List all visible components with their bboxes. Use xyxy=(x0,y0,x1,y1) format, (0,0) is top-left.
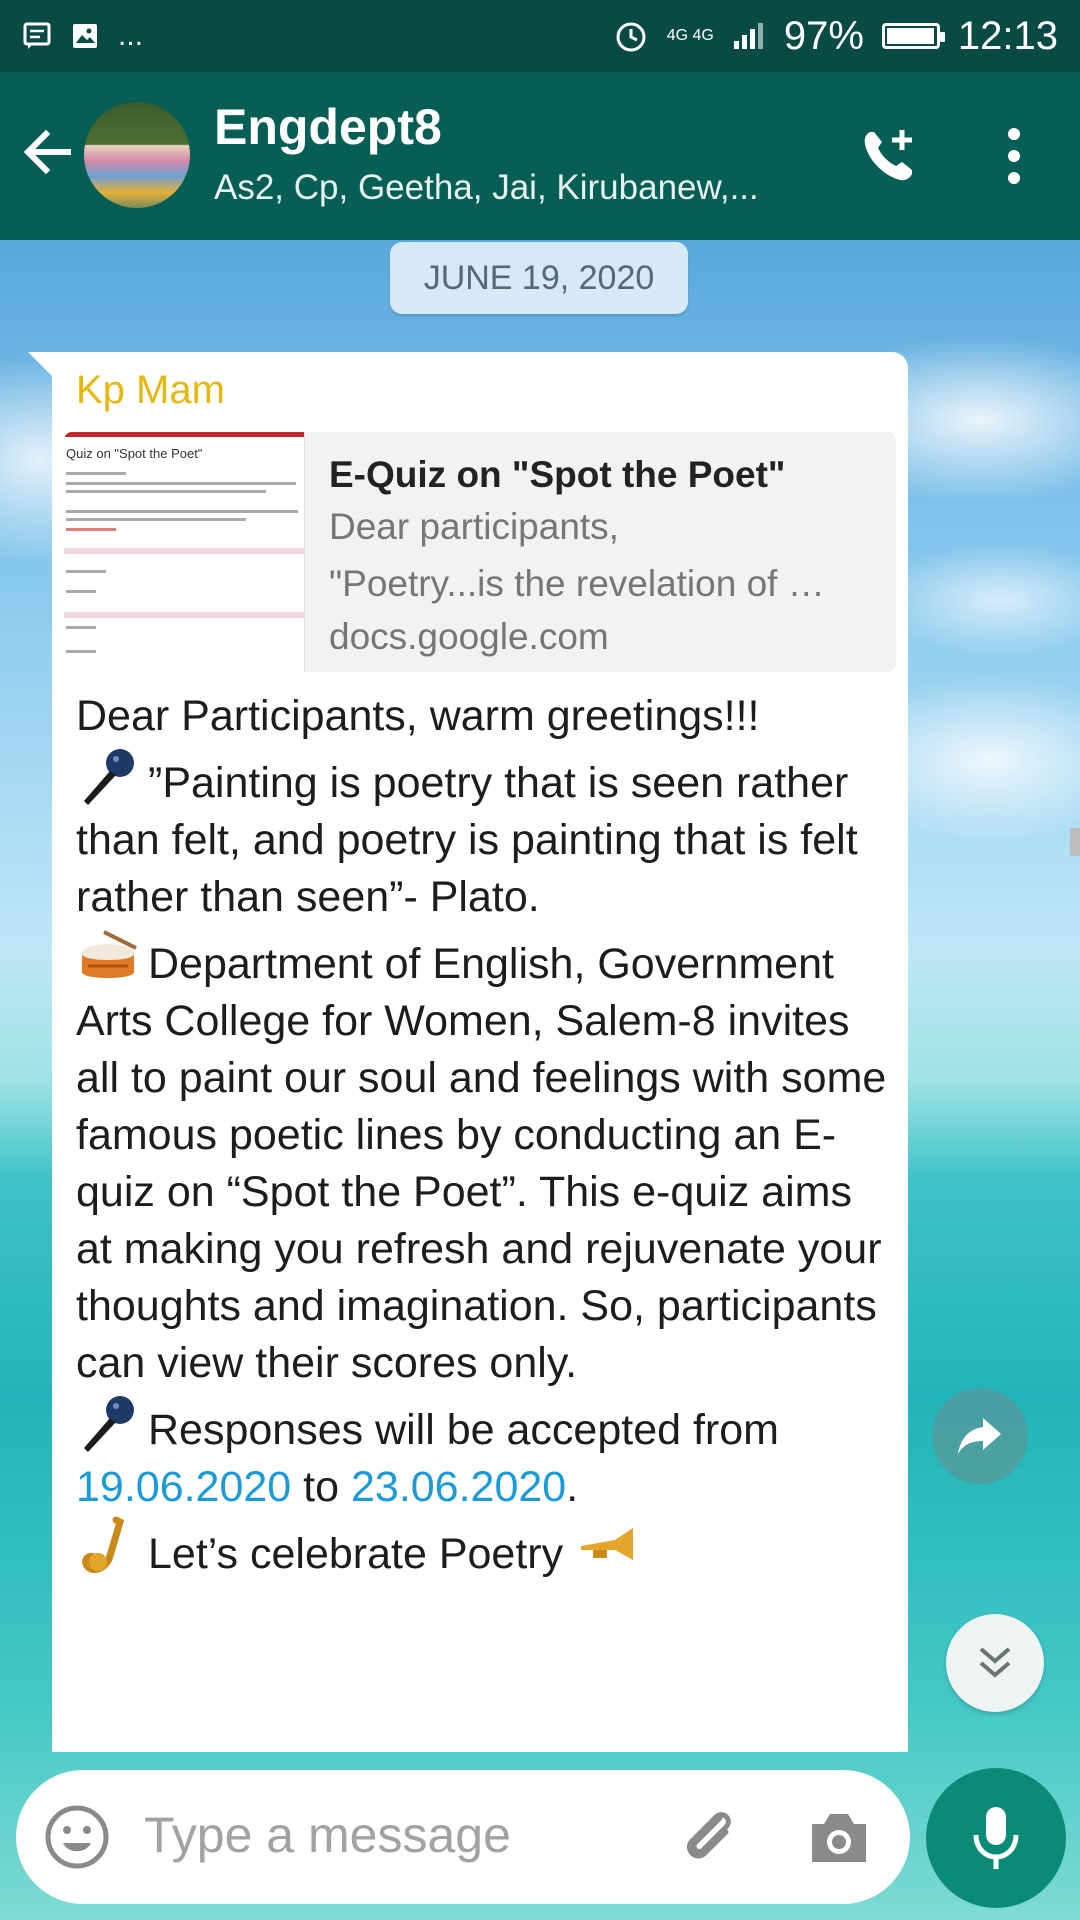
group-name[interactable]: Engdept8 xyxy=(214,98,442,156)
message-text: Dear Participants, warm greetings!!! ”Pa… xyxy=(76,688,896,1583)
network-type-label: 4G 4G xyxy=(666,27,714,44)
saxophone-emoji xyxy=(76,1516,144,1576)
camera-icon[interactable] xyxy=(806,1808,872,1868)
attach-icon[interactable] xyxy=(676,1804,742,1870)
link-preview-desc-line2: "Poetry...is the revelation of … xyxy=(329,563,825,604)
date-separator: JUNE 19, 2020 xyxy=(390,242,688,314)
add-call-icon[interactable] xyxy=(856,124,922,190)
bubble-tail xyxy=(28,352,54,378)
date-to-link[interactable]: 23.06.2020 xyxy=(351,1463,566,1511)
more-vert-icon[interactable] xyxy=(1000,126,1028,186)
scroll-to-bottom-icon[interactable] xyxy=(946,1614,1044,1712)
drum-emoji xyxy=(76,926,144,986)
more-notifications-indicator: ... xyxy=(118,19,144,52)
group-avatar[interactable] xyxy=(84,102,190,208)
trumpet-emoji xyxy=(575,1516,643,1576)
chat-header: Engdept8 As2, Cp, Geetha, Jai, Kirubanew… xyxy=(0,72,1080,240)
message-input[interactable]: Type a message xyxy=(144,1806,511,1864)
clock-time: 12:13 xyxy=(957,13,1058,58)
message-input-box[interactable]: Type a message xyxy=(16,1770,910,1904)
link-preview-text: E-Quiz on "Spot the Poet" Dear participa… xyxy=(305,432,896,672)
link-preview-title: E-Quiz on "Spot the Poet" xyxy=(329,454,786,495)
sender-name[interactable]: Kp Mam xyxy=(76,368,225,413)
microphone-icon[interactable] xyxy=(926,1768,1066,1908)
responses-text: Responses will be accepted from xyxy=(148,1406,779,1454)
forward-icon[interactable] xyxy=(932,1388,1028,1484)
message-notification-icon xyxy=(22,21,52,51)
greeting-text: Dear Participants, warm greetings!!! xyxy=(76,692,760,740)
date-from-link[interactable]: 19.06.2020 xyxy=(76,1463,291,1511)
period: . xyxy=(566,1463,579,1511)
link-preview-desc-line1: Dear participants, xyxy=(329,506,619,547)
signal-icon xyxy=(732,21,766,51)
link-preview-thumbnail: Quiz on "Spot the Poet" xyxy=(64,432,305,672)
emoji-icon[interactable] xyxy=(44,1804,110,1870)
scrollbar-handle[interactable] xyxy=(1070,828,1080,856)
link-preview[interactable]: Quiz on "Spot the Poet" E-Quiz on "Spot … xyxy=(64,432,896,672)
gallery-notification-icon xyxy=(70,21,100,51)
link-preview-domain: docs.google.com xyxy=(329,616,609,657)
celebrate-text: Let’s celebrate Poetry xyxy=(148,1530,564,1578)
battery-percent: 97% xyxy=(783,13,864,58)
status-bar: ... 4G 4G 97% 12:13 xyxy=(0,0,1080,72)
department-text: Department of English, Government Arts C… xyxy=(76,940,887,1387)
alarm-icon xyxy=(613,18,649,54)
microphone-emoji xyxy=(76,745,144,805)
back-arrow-icon[interactable] xyxy=(20,124,76,180)
group-members-list[interactable]: As2, Cp, Geetha, Jai, Kirubanew,... xyxy=(214,168,759,208)
battery-icon xyxy=(881,23,945,49)
microphone-emoji xyxy=(76,1392,144,1452)
thumbnail-title: Quiz on "Spot the Poet" xyxy=(66,446,203,461)
to-word: to xyxy=(291,1463,351,1511)
message-bubble[interactable]: Kp Mam Quiz on "Spot the Poet" E-Quiz on… xyxy=(52,352,908,1752)
quote-text: ”Painting is poetry that is seen rather … xyxy=(76,759,858,921)
